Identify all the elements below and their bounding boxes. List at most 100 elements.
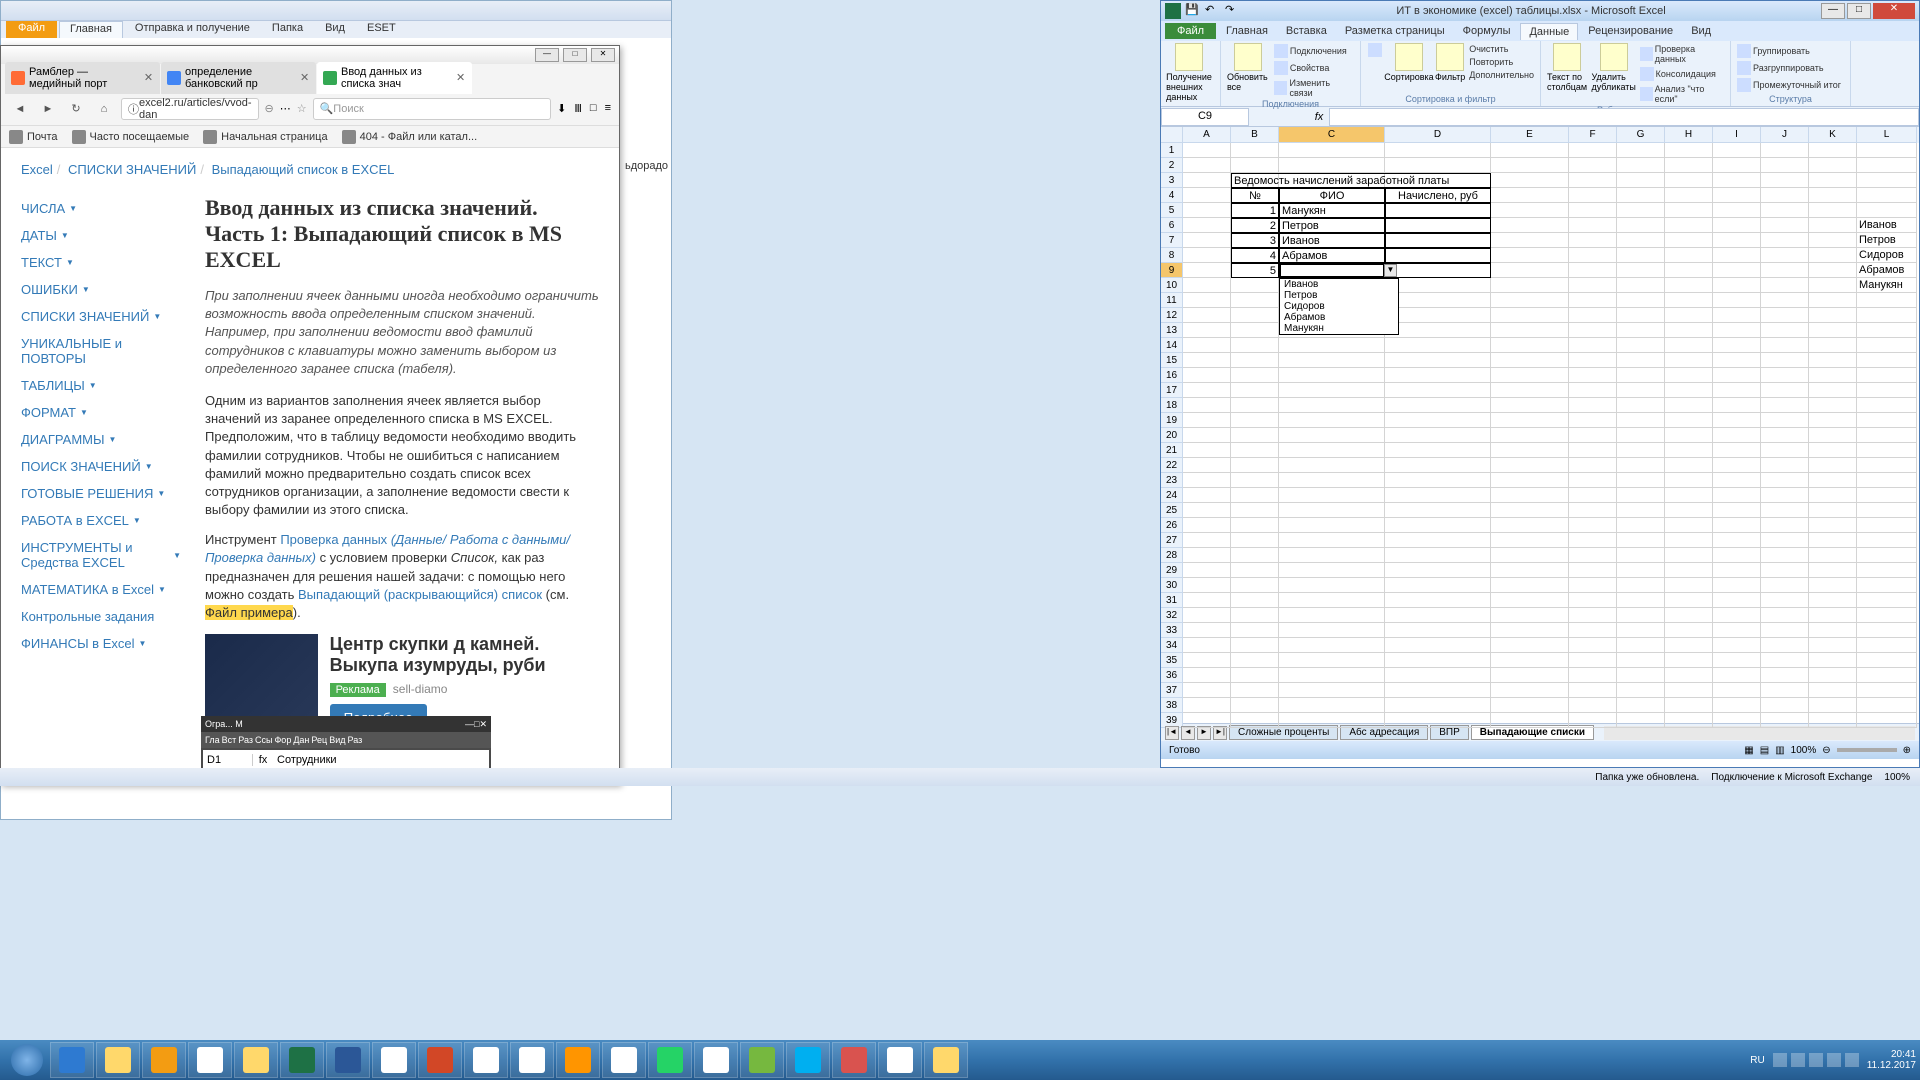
cell[interactable] [1713, 668, 1761, 683]
column-header-E[interactable]: E [1491, 127, 1569, 143]
column-header-A[interactable]: A [1183, 127, 1231, 143]
cell[interactable] [1857, 398, 1917, 413]
cell[interactable] [1279, 683, 1385, 698]
cell[interactable] [1491, 608, 1569, 623]
cell[interactable] [1491, 488, 1569, 503]
cell[interactable] [1491, 518, 1569, 533]
cell[interactable] [1231, 578, 1279, 593]
cell[interactable] [1183, 173, 1231, 188]
cell[interactable] [1857, 518, 1917, 533]
cell[interactable] [1491, 263, 1569, 278]
mini-menu[interactable]: Ссы [255, 735, 272, 745]
cell[interactable]: Иванов [1279, 233, 1385, 248]
cell[interactable] [1713, 293, 1761, 308]
mini-menu[interactable]: Дан [293, 735, 309, 745]
cell[interactable] [1231, 713, 1279, 728]
cell[interactable] [1713, 173, 1761, 188]
row-header-32[interactable]: 32 [1161, 608, 1183, 623]
cell[interactable] [1713, 158, 1761, 173]
sidebar-item[interactable]: ТАБЛИЦЫ▼ [21, 372, 181, 399]
cell[interactable] [1713, 563, 1761, 578]
reapply-button[interactable]: Повторить [1469, 56, 1534, 68]
cell[interactable] [1665, 683, 1713, 698]
cell[interactable] [1761, 218, 1809, 233]
column-header-B[interactable]: B [1231, 127, 1279, 143]
cell[interactable]: Сидоров [1857, 248, 1917, 263]
cell[interactable]: Манукян [1279, 203, 1385, 218]
cell[interactable] [1665, 443, 1713, 458]
cell[interactable] [1857, 443, 1917, 458]
link[interactable]: Выпадающий (раскрывающийся) список [298, 587, 542, 602]
cell[interactable] [1385, 323, 1491, 338]
cell[interactable] [1713, 488, 1761, 503]
cell[interactable] [1617, 308, 1665, 323]
dropdown-item[interactable]: Манукян [1280, 323, 1398, 334]
cell[interactable] [1569, 563, 1617, 578]
row-header-26[interactable]: 26 [1161, 518, 1183, 533]
taskbar-app6[interactable] [878, 1042, 922, 1078]
row-header-27[interactable]: 27 [1161, 533, 1183, 548]
cell[interactable] [1617, 653, 1665, 668]
url-bar[interactable]: ⓘ excel2.ru/articles/vvod-dan [121, 98, 259, 120]
cell[interactable] [1761, 713, 1809, 728]
cell[interactable] [1231, 683, 1279, 698]
excel-file-tab[interactable]: Файл [1165, 23, 1216, 39]
cell[interactable] [1809, 218, 1857, 233]
cell[interactable] [1231, 458, 1279, 473]
taskbar-ie[interactable] [50, 1042, 94, 1078]
mini-menu[interactable]: Вст [222, 735, 237, 745]
cell[interactable] [1569, 638, 1617, 653]
cell[interactable] [1231, 563, 1279, 578]
cell[interactable] [1857, 638, 1917, 653]
cell[interactable] [1279, 383, 1385, 398]
cell[interactable] [1231, 143, 1279, 158]
selected-cell[interactable] [1279, 263, 1385, 278]
cell[interactable] [1617, 203, 1665, 218]
dropdown-item[interactable]: Абрамов [1280, 312, 1398, 323]
cell[interactable] [1385, 443, 1491, 458]
outlook-tab-sendreceive[interactable]: Отправка и получение [125, 21, 260, 38]
sort-button[interactable]: Сортировка [1387, 43, 1431, 82]
cell[interactable] [1279, 443, 1385, 458]
row-header-10[interactable]: 10 [1161, 278, 1183, 293]
mini-close-icon[interactable]: ✕ [479, 719, 487, 730]
column-header-I[interactable]: I [1713, 127, 1761, 143]
cell[interactable]: Петров [1857, 233, 1917, 248]
cell[interactable] [1665, 638, 1713, 653]
cell[interactable] [1809, 428, 1857, 443]
cell[interactable] [1665, 353, 1713, 368]
cell[interactable] [1491, 203, 1569, 218]
cell[interactable] [1713, 533, 1761, 548]
cell[interactable] [1809, 233, 1857, 248]
cell[interactable] [1665, 548, 1713, 563]
cell[interactable] [1183, 203, 1231, 218]
row-header-35[interactable]: 35 [1161, 653, 1183, 668]
cell[interactable] [1183, 293, 1231, 308]
cell[interactable] [1569, 623, 1617, 638]
cell[interactable] [1183, 323, 1231, 338]
sidebar-item[interactable]: ТЕКСТ▼ [21, 249, 181, 276]
cell[interactable] [1385, 638, 1491, 653]
row-header-23[interactable]: 23 [1161, 473, 1183, 488]
cell[interactable] [1569, 533, 1617, 548]
cell[interactable] [1857, 593, 1917, 608]
mini-menu[interactable]: Вид [329, 735, 345, 745]
cell[interactable] [1385, 488, 1491, 503]
cell[interactable] [1385, 383, 1491, 398]
row-header-33[interactable]: 33 [1161, 623, 1183, 638]
cell[interactable] [1231, 413, 1279, 428]
cell[interactable] [1713, 653, 1761, 668]
cell[interactable] [1761, 263, 1809, 278]
cell[interactable] [1809, 173, 1857, 188]
sidebar-item[interactable]: ФОРМАТ▼ [21, 399, 181, 426]
cell[interactable] [1231, 368, 1279, 383]
cell[interactable] [1617, 338, 1665, 353]
cell[interactable] [1231, 473, 1279, 488]
cell[interactable] [1569, 353, 1617, 368]
cell[interactable] [1809, 278, 1857, 293]
cell[interactable] [1279, 413, 1385, 428]
refresh-all-button[interactable]: Обновить все [1227, 43, 1270, 99]
cell[interactable]: ФИО [1279, 188, 1385, 203]
zoom-icon[interactable]: ⊖ [265, 102, 274, 115]
mini-menu[interactable]: Гла [205, 735, 220, 745]
